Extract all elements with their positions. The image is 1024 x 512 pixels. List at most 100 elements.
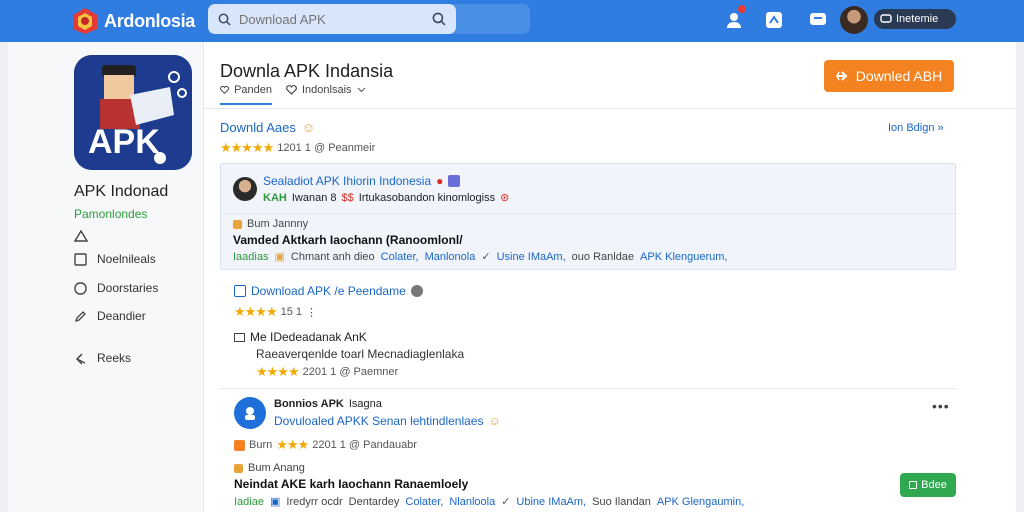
item2-rating: ★★★★ 15 1 ⋮ [234, 304, 317, 320]
item2-rating2-text: 2201 1 @ Paemner [302, 366, 399, 378]
apps-icon[interactable] [762, 8, 786, 32]
brand-name: Ardonlosia [104, 10, 196, 31]
tab-panden[interactable]: Panden [220, 84, 272, 105]
star-rating-icon: ★★★★ [234, 304, 278, 319]
tag[interactable]: Iredyrr ocdr [286, 496, 342, 508]
featured-card[interactable]: Sealadiot APK Ihiorin Indonesia ● KAH Iw… [220, 163, 957, 270]
item2-rating2: ★★★★ 2201 1 @ Paemner [256, 364, 398, 380]
image-icon: ▣ [274, 251, 285, 263]
sidebar: APK APK Indonad Pamonlondes Noelnileals … [8, 42, 204, 512]
tag[interactable]: Nlanloola [449, 496, 495, 508]
sidebar-item-1[interactable] [74, 230, 98, 242]
tag[interactable]: Ubine IMaAm, [516, 496, 586, 508]
item3-meta-label: Burn [249, 439, 273, 451]
star-rating-icon: ★★★★ [256, 364, 300, 379]
back-icon [75, 352, 86, 365]
search-bar[interactable] [208, 4, 456, 34]
list-divider [220, 388, 956, 389]
item3-subtitle-row: Dovuloaled APKK Senan lehtindlenlaes ☺ [274, 414, 501, 428]
tag[interactable]: Iadiae [234, 496, 264, 508]
item3-title[interactable]: Bonnios APK [274, 398, 344, 410]
tag[interactable]: Dentardey [349, 496, 400, 508]
tag[interactable]: Chmant anh dieo [291, 251, 375, 263]
install-button[interactable]: Bdee [900, 473, 956, 497]
sidebar-item-label: Deandier [97, 309, 146, 323]
top-navigation-bar: Ardonlosia Inetemie [0, 0, 1024, 42]
tag[interactable]: Manlonola [425, 251, 476, 263]
item3-rating: Burn ★★★ 2201 1 @ Pandauabr [234, 437, 417, 453]
star-rating-icon: ★★★★★ [220, 140, 274, 155]
card-price: $$ [341, 191, 354, 204]
item2-title-row[interactable]: Download APK /e Peendame [234, 284, 423, 298]
item2-line2: Raeaverqenlde toarl Mecnadiaglenlaka [256, 347, 465, 361]
heart-icon [220, 85, 229, 94]
user-notifications-icon[interactable] [722, 5, 746, 32]
card-tags: Iaadias ▣ Chmant anh dieo Colater, Manlo… [233, 250, 727, 264]
tag[interactable]: Usine IMaAm, [497, 251, 566, 263]
card-subtitle-rest: Irtukasobandon kinomlogiss [358, 191, 496, 204]
item3-subtitle[interactable]: Dovuloaled APKK Senan lehtindlenlaes [274, 414, 483, 428]
brand-logo-icon [73, 8, 97, 34]
install-button-label: Bdee [921, 479, 947, 491]
circle-icon [74, 281, 87, 295]
item3-tags: Iadiae ▣ Iredyrr ocdr Dentardey Colater,… [234, 495, 744, 509]
rating-text: 1201 1 @ Peanmeir [277, 142, 376, 154]
smile-emoji-icon: ☺ [301, 120, 316, 135]
mail-icon [234, 332, 245, 342]
item2-rating-text: 15 1 [280, 306, 303, 318]
search-icon [218, 13, 231, 26]
tag-icon [448, 175, 461, 187]
header-divider [204, 108, 1016, 109]
tag[interactable]: Suo Ilandan [592, 496, 651, 508]
tag[interactable]: ouo Ranldae [572, 251, 634, 263]
section-title[interactable]: Downld Aaes ☺ [220, 120, 315, 135]
item3-title-row[interactable]: Bonnios APK Isagna [274, 398, 382, 410]
item3-headline[interactable]: Neindat AKE karh Iaochann Ranaemloely [234, 477, 468, 491]
messages-icon[interactable] [806, 8, 830, 32]
chevron-icon [357, 87, 365, 93]
tag[interactable]: APK Klenguerum, [640, 251, 727, 263]
brand[interactable]: Ardonlosia [70, 6, 195, 36]
author-avatar [233, 177, 257, 201]
triangle-icon [74, 230, 88, 242]
account-pill[interactable]: Inetemie [874, 9, 956, 29]
sidebar-item-3[interactable]: Doorstaries [74, 281, 158, 295]
see-all-link[interactable]: Ion Bdign » [888, 122, 944, 134]
card-headline[interactable]: Vamded Aktkarh Iaochann (Ranoomlonl/ [233, 233, 463, 247]
more-options-icon[interactable]: ••• [932, 398, 950, 414]
item2-line1: Me IDedeadanak AnK [234, 330, 367, 344]
item3-rating-text: 2201 1 @ Pandauabr [312, 439, 417, 451]
item3-avatar [234, 397, 266, 429]
search-submit-icon[interactable] [432, 12, 446, 26]
smile-emoji-icon: ☺ [488, 414, 501, 428]
sidebar-app-name: APK Indonad [74, 183, 169, 200]
card-meta: Bum Jannny [233, 218, 308, 230]
info-icon [410, 285, 423, 297]
tag[interactable]: Colater, [405, 496, 443, 508]
card-title[interactable]: Sealadiot APK Ihiorin Indonesia [263, 174, 431, 188]
warning-icon: ⊛ [500, 192, 510, 204]
tag[interactable]: Iaadias [233, 251, 268, 263]
page-title: Downla APK Indansia [220, 61, 394, 81]
main-panel: APK APK Indonad Pamonlondes Noelnileals … [8, 42, 1016, 512]
svg-text:APK: APK [88, 123, 160, 161]
download-button[interactable]: Downled ABH [824, 60, 954, 92]
card-header: Sealadiot APK Ihiorin Indonesia ● KAH Iw… [233, 174, 509, 204]
tab-indonlsais[interactable]: Indonlsais [286, 84, 366, 103]
search-input[interactable] [239, 11, 419, 27]
star-rating-icon: ★★★ [276, 437, 309, 452]
user-avatar[interactable] [840, 6, 868, 34]
image-icon: ▣ [269, 496, 281, 508]
sidebar-item-label: Noelnileals [97, 252, 156, 266]
tag[interactable]: Colater, [381, 251, 419, 263]
sidebar-item-2[interactable]: Noelnileals [74, 252, 156, 266]
sidebar-item-4[interactable]: Deandier [74, 309, 146, 323]
item2-title[interactable]: Download APK /e Peendame [251, 284, 406, 298]
document-icon [234, 439, 245, 451]
download-arrow-icon [835, 71, 848, 81]
section-title-label: Downld Aaes [220, 120, 296, 135]
download-button-label: Downled ABH [855, 68, 943, 84]
sidebar-item-5[interactable]: Reeks [74, 351, 131, 365]
tag[interactable]: APK Glengaumin, [657, 496, 744, 508]
item3-meta-text: Bum Anang [248, 462, 305, 474]
